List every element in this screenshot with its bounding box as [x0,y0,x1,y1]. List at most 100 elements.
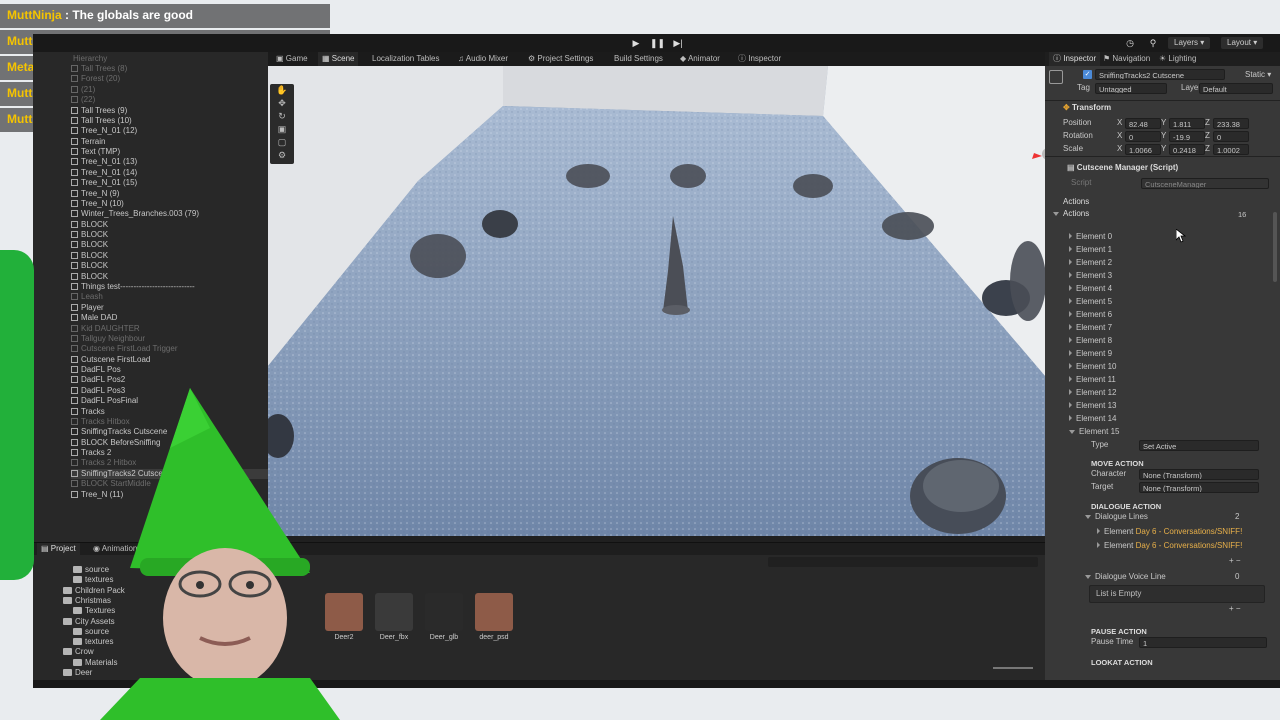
hierarchy-item[interactable]: Cutscene FirstLoad Trigger [71,344,178,354]
scene-view[interactable]: ✋ ✥ ↻ ▣ ▢ ⚙ [268,66,1045,536]
action-element[interactable]: Element 4 [1069,283,1112,295]
hierarchy-item[interactable]: Player [71,303,104,313]
hierarchy-item[interactable]: Tree_N_01 (14) [71,168,137,178]
active-checkbox[interactable]: ✓ [1083,70,1092,79]
project-search-input[interactable] [768,557,1038,567]
tab-scene[interactable]: ▦ Scene [318,52,359,66]
tab-audio-mixer[interactable]: ♫ Audio Mixer [454,52,512,66]
position-y-field[interactable]: 1.811 [1169,118,1205,129]
project-folder[interactable]: Deer [63,668,92,678]
dialogue-lines-count[interactable]: 2 [1235,511,1239,523]
hierarchy-item[interactable]: Tall Trees (9) [71,106,127,116]
actions-foldout[interactable]: Actions [1053,208,1089,220]
action-element[interactable]: Element 1 [1069,244,1112,256]
hierarchy-item[interactable]: Cutscene FirstLoad [71,355,150,365]
hierarchy-item[interactable]: BLOCK [71,261,108,271]
transform-header[interactable]: ✥ Transform [1063,101,1111,115]
inspector-scrollbar[interactable] [1273,212,1277,282]
action-element[interactable]: Element 0 [1069,231,1112,243]
scale-y-field[interactable]: 0.2418 [1169,144,1205,155]
hierarchy-item[interactable]: Winter_Trees_Branches.003 (79) [71,209,199,219]
project-asset[interactable]: Deer_fbx [373,593,415,641]
actions-count-field[interactable]: 16 [1235,209,1271,220]
hierarchy-item[interactable]: DadFL Pos2 [71,375,125,385]
scale-z-field[interactable]: 1.0002 [1213,144,1249,155]
hierarchy-item[interactable]: Leash [71,292,103,302]
hierarchy-item[interactable]: Terrain [71,137,105,147]
hierarchy-item[interactable]: Forest (20) [71,74,120,84]
hierarchy-item[interactable]: BLOCK [71,220,108,230]
voice-line-foldout[interactable]: Dialogue Voice Line [1085,571,1166,583]
hierarchy-item[interactable]: Tree_N (10) [71,199,124,209]
hierarchy-item[interactable]: BLOCK [71,272,108,282]
tab-project-settings[interactable]: ⚙ Project Settings [524,52,597,66]
step-icon[interactable]: ▶| [671,38,685,48]
rotation-z-field[interactable]: 0 [1213,131,1249,142]
project-folder[interactable]: Crow [63,647,94,657]
project-asset[interactable]: Deer_glb [423,593,465,641]
tab-lighting[interactable]: ☀ Lighting [1155,52,1200,66]
position-z-field[interactable]: 233.38 [1213,118,1249,129]
hierarchy-item[interactable]: Tall Trees (8) [71,64,127,74]
add-remove-voice[interactable]: + − [1229,603,1241,615]
pause-icon[interactable]: ❚❚ [650,38,665,48]
rotation-x-field[interactable]: 0 [1125,131,1161,142]
hierarchy-item[interactable]: Tree_N_01 (15) [71,178,137,188]
layers-dropdown[interactable]: Layers ▾ [1168,37,1211,49]
layer-dropdown[interactable]: Default [1199,83,1273,94]
thumbnail-size-slider[interactable] [993,667,1033,669]
action-element[interactable]: Element 6 [1069,309,1112,321]
hierarchy-item[interactable]: BLOCK [71,251,108,261]
hierarchy-item[interactable]: Tree_N_01 (13) [71,157,137,167]
tag-dropdown[interactable]: Untagged [1095,83,1167,94]
element-15-foldout[interactable]: Element 15 [1069,426,1119,438]
position-x-field[interactable]: 82.48 [1125,118,1161,129]
hierarchy-item[interactable]: (21) [71,85,95,95]
search-icon[interactable]: ⚲ [1146,38,1160,48]
action-element[interactable]: Element 3 [1069,270,1112,282]
action-element[interactable]: Element 10 [1069,361,1116,373]
hierarchy-item[interactable]: BLOCK [71,240,108,250]
voice-line-count[interactable]: 0 [1235,571,1239,583]
action-element[interactable]: Element 12 [1069,387,1116,399]
transform-tools-overlay[interactable]: ✋ ✥ ↻ ▣ ▢ ⚙ [270,84,294,164]
hierarchy-item[interactable]: Things test---------------------------- [71,282,195,292]
rotation-y-field[interactable]: -19.9 [1169,131,1205,142]
scale-x-field[interactable]: 1.0066 [1125,144,1161,155]
action-element[interactable]: Element 2 [1069,257,1112,269]
tab-localization-tables[interactable]: Localization Tables [368,52,443,66]
type-dropdown[interactable]: Set Active [1139,440,1259,451]
hierarchy-item[interactable]: Text (TMP) [71,147,120,157]
pause-time-field[interactable]: 1 [1139,637,1267,648]
action-element[interactable]: Element 7 [1069,322,1112,334]
history-icon[interactable]: ◷ [1123,38,1137,48]
hierarchy-item[interactable]: (22) [71,95,95,105]
hierarchy-item[interactable]: Kid DAUGHTER [71,324,140,334]
static-toggle[interactable]: Static ▾ [1245,69,1271,81]
target-field[interactable]: None (Transform) [1139,482,1259,493]
add-remove-dialogue[interactable]: + − [1229,555,1241,567]
tab-inspector-2[interactable]: ⓘ Inspector [734,52,785,66]
hierarchy-item[interactable]: Tree_N_01 (12) [71,126,137,136]
hierarchy-item[interactable]: DadFL Pos [71,365,121,375]
dialogue-lines-foldout[interactable]: Dialogue Lines [1085,511,1148,523]
dialogue-element-2[interactable]: Element Day 6 - Conversations/SNIFF! [1097,540,1242,552]
tab-animator[interactable]: ◆ Animator [676,52,724,66]
hierarchy-item[interactable]: Male DAD [71,313,117,323]
hierarchy-item[interactable]: Tallguy Neighbour [71,334,145,344]
hierarchy-item[interactable]: BLOCK [71,230,108,240]
project-asset[interactable]: deer_psd [473,593,515,641]
tab-navigation[interactable]: ⚑ Navigation [1099,52,1154,66]
action-element[interactable]: Element 9 [1069,348,1112,360]
tab-project[interactable]: ▤ Project [37,543,80,555]
dialogue-element-1[interactable]: Element Day 6 - Conversations/SNIFF! [1097,526,1242,538]
tab-inspector[interactable]: ⓘ Inspector [1049,52,1101,66]
action-element[interactable]: Element 14 [1069,413,1116,425]
action-element[interactable]: Element 5 [1069,296,1112,308]
hierarchy-item[interactable]: Tall Trees (10) [71,116,132,126]
character-field[interactable]: None (Transform) [1139,469,1259,480]
action-element[interactable]: Element 11 [1069,374,1116,386]
tab-build-settings[interactable]: Build Settings [610,52,667,66]
action-element[interactable]: Element 13 [1069,400,1116,412]
component-header[interactable]: ▤ Cutscene Manager (Script) [1067,161,1178,175]
